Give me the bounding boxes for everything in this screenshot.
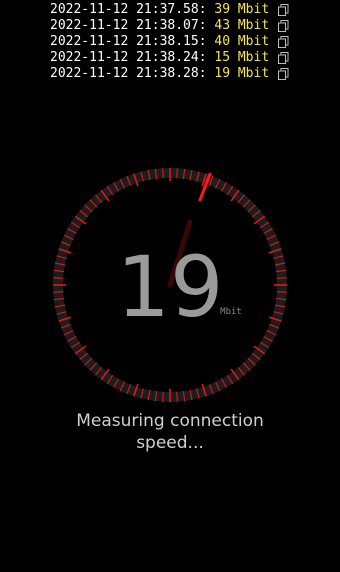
gauge-tick <box>276 277 287 279</box>
gauge-tick <box>162 391 164 402</box>
gauge-tick <box>53 277 64 279</box>
status-text: Measuring connection speed... <box>76 411 264 453</box>
gauge-tick <box>162 168 164 179</box>
gauge-value: 19 <box>117 238 224 336</box>
gauge-tick <box>176 168 178 179</box>
status-message: Measuring connection speed... <box>0 410 340 454</box>
gauge-unit: Mbit <box>220 307 242 317</box>
gauge-tick <box>276 291 287 293</box>
gauge-tick <box>176 391 178 402</box>
gauge-tick <box>53 291 64 293</box>
speed-gauge: 19 Mbit <box>53 168 287 402</box>
